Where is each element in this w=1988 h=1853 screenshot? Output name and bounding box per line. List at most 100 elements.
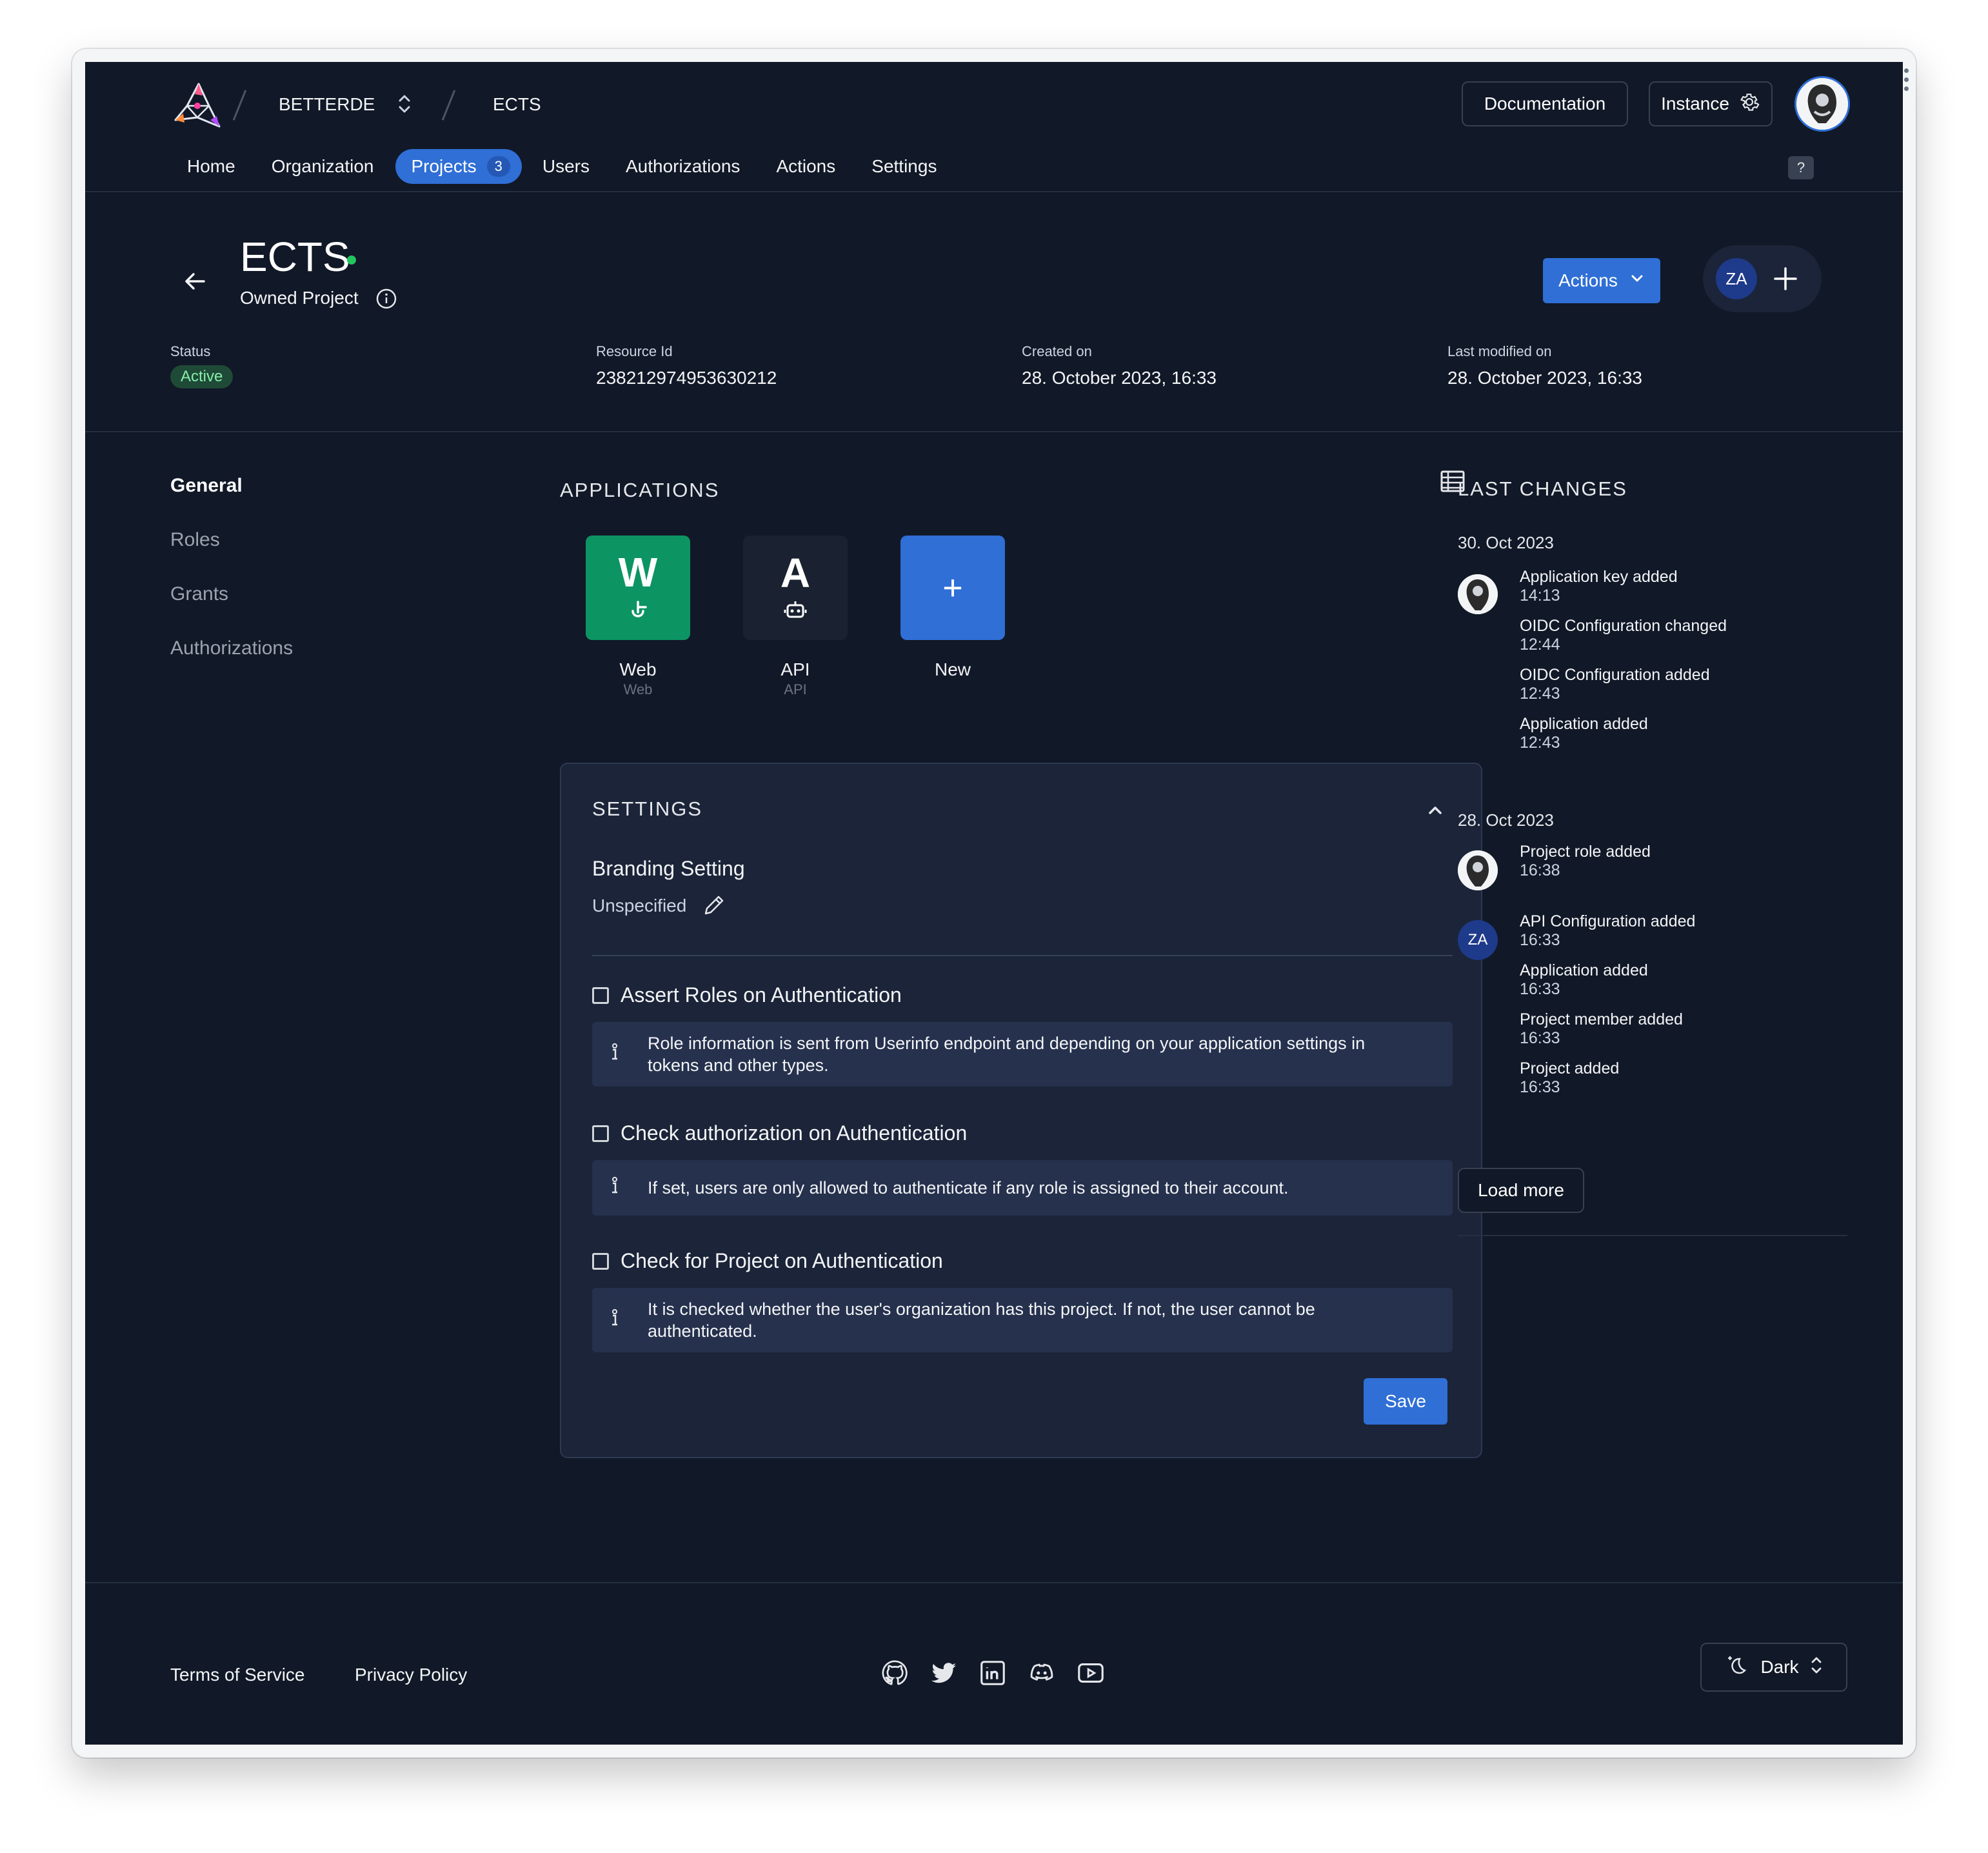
change-time: 16:33 bbox=[1520, 931, 1560, 949]
assert-roles-option[interactable]: Assert Roles on Authentication bbox=[592, 983, 902, 1007]
projects-count-badge: 3 bbox=[486, 156, 510, 177]
change-title: Application added bbox=[1520, 961, 1648, 979]
org-switcher-label[interactable]: BETTERDE bbox=[279, 94, 375, 115]
window-menu-dots-icon[interactable] bbox=[1904, 68, 1909, 95]
project-subtitle: Owned Project bbox=[240, 288, 359, 308]
resource-id-label: Resource Id bbox=[596, 343, 673, 359]
change-date-2: 28. Oct 2023 bbox=[1458, 810, 1554, 830]
nav-projects-label: Projects bbox=[411, 156, 477, 176]
side-menu-general[interactable]: General bbox=[170, 475, 243, 497]
assert-roles-info: Role information is sent from Userinfo e… bbox=[592, 1022, 1453, 1087]
instance-button[interactable]: Instance bbox=[1649, 81, 1773, 126]
terms-of-service-link[interactable]: Terms of Service bbox=[170, 1665, 305, 1685]
theme-chevrons-icon bbox=[1809, 1655, 1824, 1680]
assert-roles-checkbox[interactable] bbox=[592, 987, 609, 1004]
change-user-avatar bbox=[1458, 574, 1498, 614]
nav-actions[interactable]: Actions bbox=[776, 156, 835, 177]
change-entry: Application added 16:33 bbox=[1520, 961, 1695, 999]
branding-setting-value: Unspecified bbox=[592, 896, 687, 916]
change-entry: Project added 16:33 bbox=[1520, 1059, 1695, 1097]
project-active-dot bbox=[347, 255, 356, 265]
privacy-policy-link[interactable]: Privacy Policy bbox=[355, 1665, 467, 1685]
change-time: 14:13 bbox=[1520, 586, 1560, 605]
load-more-button[interactable]: Load more bbox=[1458, 1168, 1584, 1213]
check-authorization-label: Check authorization on Authentication bbox=[621, 1121, 968, 1145]
nav-settings[interactable]: Settings bbox=[871, 156, 937, 177]
nav-projects[interactable]: Projects 3 bbox=[395, 149, 522, 184]
assert-roles-info-text: Role information is sent from Userinfo e… bbox=[648, 1034, 1366, 1075]
chevron-down-icon bbox=[1629, 270, 1645, 291]
moon-icon bbox=[1724, 1652, 1750, 1683]
social-links bbox=[880, 1658, 1106, 1691]
change-time: 16:33 bbox=[1520, 1029, 1560, 1047]
discord-icon[interactable] bbox=[1027, 1658, 1057, 1691]
app-api-letter: A bbox=[780, 549, 811, 596]
app-root: BETTERDE ECTS Documentation Instance Hom… bbox=[85, 62, 1903, 1745]
load-more-label: Load more bbox=[1478, 1180, 1564, 1200]
theme-switcher[interactable]: Dark bbox=[1700, 1643, 1847, 1692]
change-entry: OIDC Configuration added 12:43 bbox=[1520, 666, 1727, 703]
check-authorization-option[interactable]: Check authorization on Authentication bbox=[592, 1121, 967, 1145]
nav-home[interactable]: Home bbox=[187, 156, 235, 177]
title-divider bbox=[85, 431, 1903, 432]
side-menu-authorizations[interactable]: Authorizations bbox=[170, 637, 293, 659]
zitadel-logo-icon[interactable] bbox=[170, 80, 222, 135]
nav-authorizations[interactable]: Authorizations bbox=[626, 156, 740, 177]
assert-roles-label: Assert Roles on Authentication bbox=[621, 983, 902, 1007]
created-on-value: 28. October 2023, 16:33 bbox=[1022, 368, 1217, 388]
app-api-name: API bbox=[780, 659, 810, 679]
check-authorization-info: If set, users are only allowed to authen… bbox=[592, 1160, 1453, 1216]
info-circle-icon[interactable] bbox=[375, 288, 397, 313]
change-group-3-entries: API Configuration added 16:33 Applicatio… bbox=[1520, 912, 1695, 1097]
github-icon[interactable] bbox=[880, 1658, 910, 1691]
project-breadcrumb[interactable]: ECTS bbox=[493, 94, 541, 115]
youtube-icon[interactable] bbox=[1076, 1658, 1106, 1691]
created-on-label: Created on bbox=[1022, 343, 1092, 359]
app-tile-api[interactable]: A bbox=[743, 536, 848, 640]
settings-title: SETTINGS bbox=[592, 797, 703, 820]
new-app-button[interactable]: + bbox=[900, 536, 1005, 640]
user-avatar[interactable] bbox=[1794, 76, 1850, 132]
status-label: Status bbox=[170, 343, 211, 359]
save-button[interactable]: Save bbox=[1364, 1378, 1447, 1425]
app-web-name: Web bbox=[619, 659, 657, 679]
info-icon bbox=[610, 1042, 619, 1067]
actions-dropdown-button[interactable]: Actions bbox=[1543, 258, 1660, 303]
nav-users[interactable]: Users bbox=[542, 156, 590, 177]
add-member-plus-icon[interactable] bbox=[1771, 265, 1800, 296]
org-switcher-chevrons-icon[interactable] bbox=[396, 93, 413, 118]
robot-icon bbox=[784, 599, 807, 624]
chevron-up-icon[interactable] bbox=[1426, 800, 1445, 823]
app-tile-web[interactable]: W bbox=[586, 536, 690, 640]
change-title: OIDC Configuration changed bbox=[1520, 617, 1727, 635]
twitter-icon[interactable] bbox=[929, 1658, 959, 1691]
check-project-info-text: It is checked whether the user's organiz… bbox=[648, 1299, 1315, 1341]
nav-organization[interactable]: Organization bbox=[272, 156, 374, 177]
main-nav: Home Organization Projects 3 Users Autho… bbox=[187, 147, 937, 186]
change-entry: API Configuration added 16:33 bbox=[1520, 912, 1695, 950]
back-arrow-icon[interactable] bbox=[181, 267, 209, 299]
side-menu-grants[interactable]: Grants bbox=[170, 583, 228, 605]
linkedin-icon[interactable] bbox=[978, 1658, 1008, 1691]
header-divider bbox=[85, 191, 1903, 192]
page-title: ECTS bbox=[240, 234, 350, 280]
help-button[interactable]: ? bbox=[1788, 156, 1814, 179]
breadcrumb-separator bbox=[441, 90, 456, 121]
change-title: API Configuration added bbox=[1520, 912, 1696, 930]
pencil-edit-icon[interactable] bbox=[701, 893, 726, 922]
change-time: 16:33 bbox=[1520, 1078, 1560, 1096]
applications-title: APPLICATIONS bbox=[560, 479, 720, 501]
check-authorization-checkbox[interactable] bbox=[592, 1125, 609, 1142]
check-project-info: It is checked whether the user's organiz… bbox=[592, 1288, 1453, 1352]
documentation-button[interactable]: Documentation bbox=[1462, 81, 1628, 126]
check-project-checkbox[interactable] bbox=[592, 1252, 609, 1270]
side-menu-roles[interactable]: Roles bbox=[170, 529, 220, 551]
change-time: 12:44 bbox=[1520, 636, 1560, 654]
modified-on-value: 28. October 2023, 16:33 bbox=[1447, 368, 1642, 388]
footer-divider bbox=[85, 1582, 1903, 1583]
change-time: 16:38 bbox=[1520, 861, 1560, 879]
check-project-option[interactable]: Check for Project on Authentication bbox=[592, 1249, 943, 1273]
change-title: Application added bbox=[1520, 715, 1648, 733]
project-members-pill[interactable]: ZA bbox=[1703, 245, 1822, 312]
breadcrumb-separator bbox=[232, 90, 247, 121]
